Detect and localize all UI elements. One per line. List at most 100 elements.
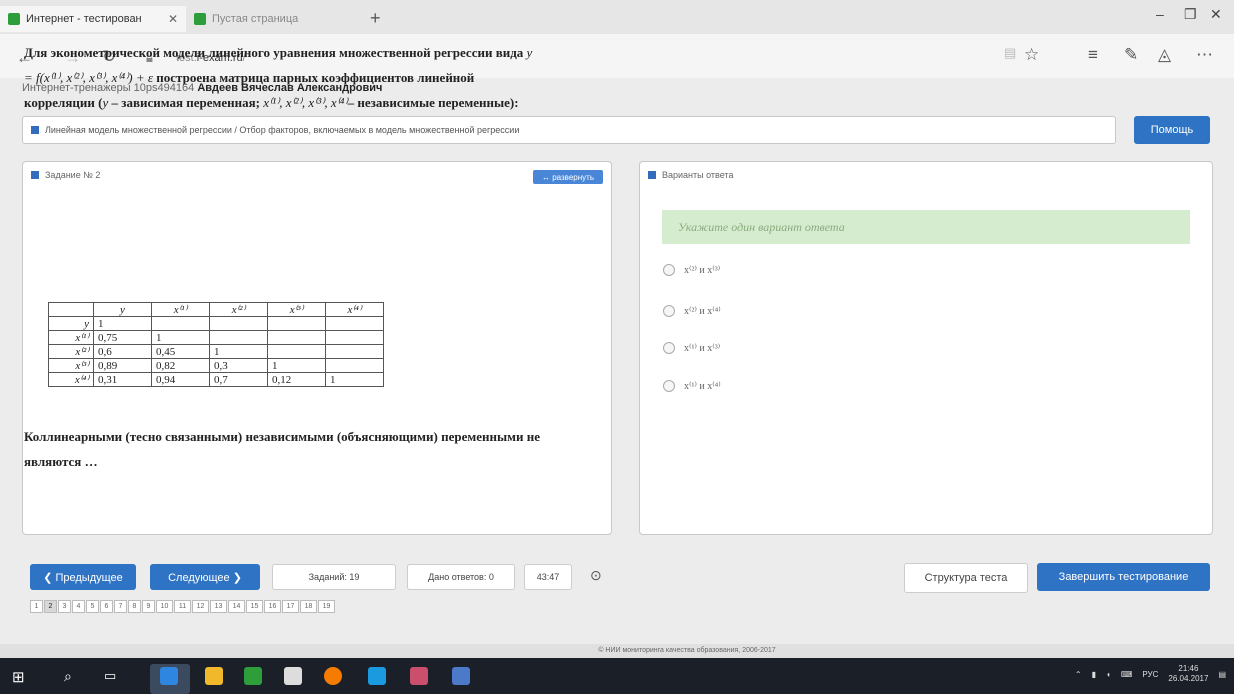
table-cell (267, 316, 326, 331)
tab-blank[interactable]: Пустая страница (186, 6, 356, 32)
task-text-4: – независимые переменные): (347, 95, 519, 110)
window-close-icon[interactable]: ✕ (1210, 6, 1222, 23)
table-header-cell: x⁽⁴⁾ (325, 302, 384, 317)
radio-button[interactable] (663, 342, 675, 354)
web-note-icon[interactable]: ✎ (1124, 45, 1138, 65)
table-cell: x⁽³⁾ (48, 358, 94, 373)
task-view-icon[interactable]: ▭ (104, 668, 116, 684)
search-icon[interactable]: ⌕ (64, 668, 72, 685)
table-row: x⁽³⁾ 0,89 0,82 0,3 1 (48, 358, 384, 373)
table-row: x⁽⁴⁾ 0,31 0,94 0,7 0,12 1 (48, 372, 384, 387)
clock[interactable]: 21:46 26.04.2017 (1168, 664, 1208, 684)
page-link[interactable]: 4 (72, 600, 85, 613)
chevron-up-icon[interactable]: ⌃ (1075, 670, 1082, 679)
previous-button[interactable]: ❮ Предыдущее (30, 564, 136, 590)
answer-option-4[interactable]: x⁽¹⁾ и x⁽⁴⁾ (663, 380, 721, 392)
windows-start-icon[interactable]: ⊞ (12, 668, 25, 686)
answer-option-1[interactable]: x⁽²⁾ и x⁽³⁾ (663, 264, 720, 276)
page-link[interactable]: 6 (100, 600, 113, 613)
correlation-matrix: y x⁽¹⁾ x⁽²⁾ x⁽³⁾ x⁽⁴⁾ y 1 x⁽¹⁾ 0,75 1 x⁽… (48, 302, 384, 387)
square-bullet-icon (31, 171, 39, 179)
task-question-text: Коллинеарными (тесно связанными) независ… (24, 429, 524, 444)
pause-icon[interactable]: ⊙ (590, 567, 602, 584)
page-link[interactable]: 19 (318, 600, 335, 613)
next-button[interactable]: Следующее ❯ (150, 564, 260, 590)
excel-icon[interactable] (244, 667, 262, 685)
keyboard-icon[interactable]: ⌨ (1121, 670, 1133, 679)
hub-icon[interactable]: ≡ (1088, 45, 1098, 65)
table-cell: 0,7 (209, 372, 268, 387)
page-link[interactable]: 18 (300, 600, 317, 613)
table-cell (325, 344, 384, 359)
close-tab-icon[interactable]: ✕ (168, 12, 178, 26)
help-button[interactable]: Помощь (1134, 116, 1210, 144)
answers-title-text: Варианты ответа (662, 170, 734, 180)
share-icon[interactable]: ◬ (1158, 45, 1171, 65)
table-cell: x⁽¹⁾ (48, 330, 94, 345)
store-icon[interactable] (284, 667, 302, 685)
page-link[interactable]: 9 (142, 600, 155, 613)
page-link[interactable]: 15 (246, 600, 263, 613)
table-cell: 1 (151, 330, 210, 345)
table-header-row: y x⁽¹⁾ x⁽²⁾ x⁽³⁾ x⁽⁴⁾ (48, 302, 384, 317)
answers-given: Дано ответов: 0 (407, 564, 515, 590)
radio-button[interactable] (663, 380, 675, 392)
page-link[interactable]: 7 (114, 600, 127, 613)
task-text-3: – зависимая переменная; (108, 95, 260, 110)
table-cell (325, 358, 384, 373)
minimize-icon[interactable]: – (1156, 6, 1164, 22)
new-tab-icon[interactable]: + (370, 8, 381, 29)
page-link[interactable]: 12 (192, 600, 209, 613)
page-link[interactable]: 17 (282, 600, 299, 613)
reading-view-icon[interactable]: ▤ (1004, 45, 1016, 61)
skype-icon[interactable] (368, 667, 386, 685)
media-icon[interactable] (410, 667, 428, 685)
firefox-icon[interactable] (324, 667, 342, 685)
page-link[interactable]: 16 (264, 600, 281, 613)
answer-option-label: x⁽²⁾ и x⁽⁴⁾ (684, 305, 721, 317)
table-row: x⁽²⁾ 0,6 0,45 1 (48, 344, 384, 359)
page-link[interactable]: 8 (128, 600, 141, 613)
page-link[interactable]: 5 (86, 600, 99, 613)
tab-title-2: Пустая страница (212, 13, 299, 25)
more-icon[interactable]: ⋯ (1196, 45, 1213, 65)
file-explorer-icon[interactable] (205, 667, 223, 685)
volume-icon[interactable]: ◖ (1106, 670, 1111, 679)
page-link[interactable]: 13 (210, 600, 227, 613)
radio-button[interactable] (663, 305, 675, 317)
table-cell: 0,6 (93, 344, 152, 359)
table-cell: 0,94 (151, 372, 210, 387)
finish-testing-button[interactable]: Завершить тестирование (1037, 563, 1210, 591)
expand-button[interactable]: ↔ развернуть (533, 170, 603, 184)
radio-button[interactable] (663, 264, 675, 276)
page-link[interactable]: 11 (174, 600, 191, 613)
page-link[interactable]: 3 (58, 600, 71, 613)
edge-icon[interactable] (160, 667, 178, 685)
answer-hint-text: Укажите один вариант ответа (678, 219, 845, 234)
page-link[interactable]: 1 (30, 600, 43, 613)
clock-time: 21:46 (1178, 664, 1199, 673)
table-cell (209, 330, 268, 345)
breadcrumb: Линейная модель множественной регрессии … (22, 116, 1116, 144)
task-pager: 1 2 3 4 5 6 7 8 9 10 11 12 13 14 15 16 1… (30, 600, 336, 613)
maximize-icon[interactable]: ❐ (1184, 6, 1197, 23)
page-link[interactable]: 14 (228, 600, 245, 613)
network-icon[interactable]: ▮ (1092, 670, 1096, 679)
task-title: Задание № 2 (31, 170, 100, 180)
language-indicator[interactable]: РУС (1142, 670, 1158, 679)
app-icon[interactable] (452, 667, 470, 685)
test-structure-button[interactable]: Структура теста (904, 563, 1028, 593)
answer-option-2[interactable]: x⁽²⁾ и x⁽⁴⁾ (663, 305, 721, 317)
clock-date: 26.04.2017 (1168, 674, 1209, 683)
answer-option-3[interactable]: x⁽¹⁾ и x⁽³⁾ (663, 342, 720, 354)
page-link-current[interactable]: 2 (44, 600, 57, 613)
answers-title: Варианты ответа (648, 170, 733, 180)
answer-hint: Укажите один вариант ответа (662, 210, 1190, 244)
tab-active[interactable]: Интернет - тестирован ✕ (0, 6, 186, 32)
notifications-icon[interactable]: ▤ (1218, 670, 1226, 679)
page-link[interactable]: 10 (156, 600, 173, 613)
task-text-1: Для эконометрической модели линейного ур… (24, 45, 524, 60)
table-row: x⁽¹⁾ 0,75 1 (48, 330, 384, 345)
favorite-star-icon[interactable]: ☆ (1024, 45, 1039, 65)
tab-title: Интернет - тестирован (26, 13, 142, 25)
